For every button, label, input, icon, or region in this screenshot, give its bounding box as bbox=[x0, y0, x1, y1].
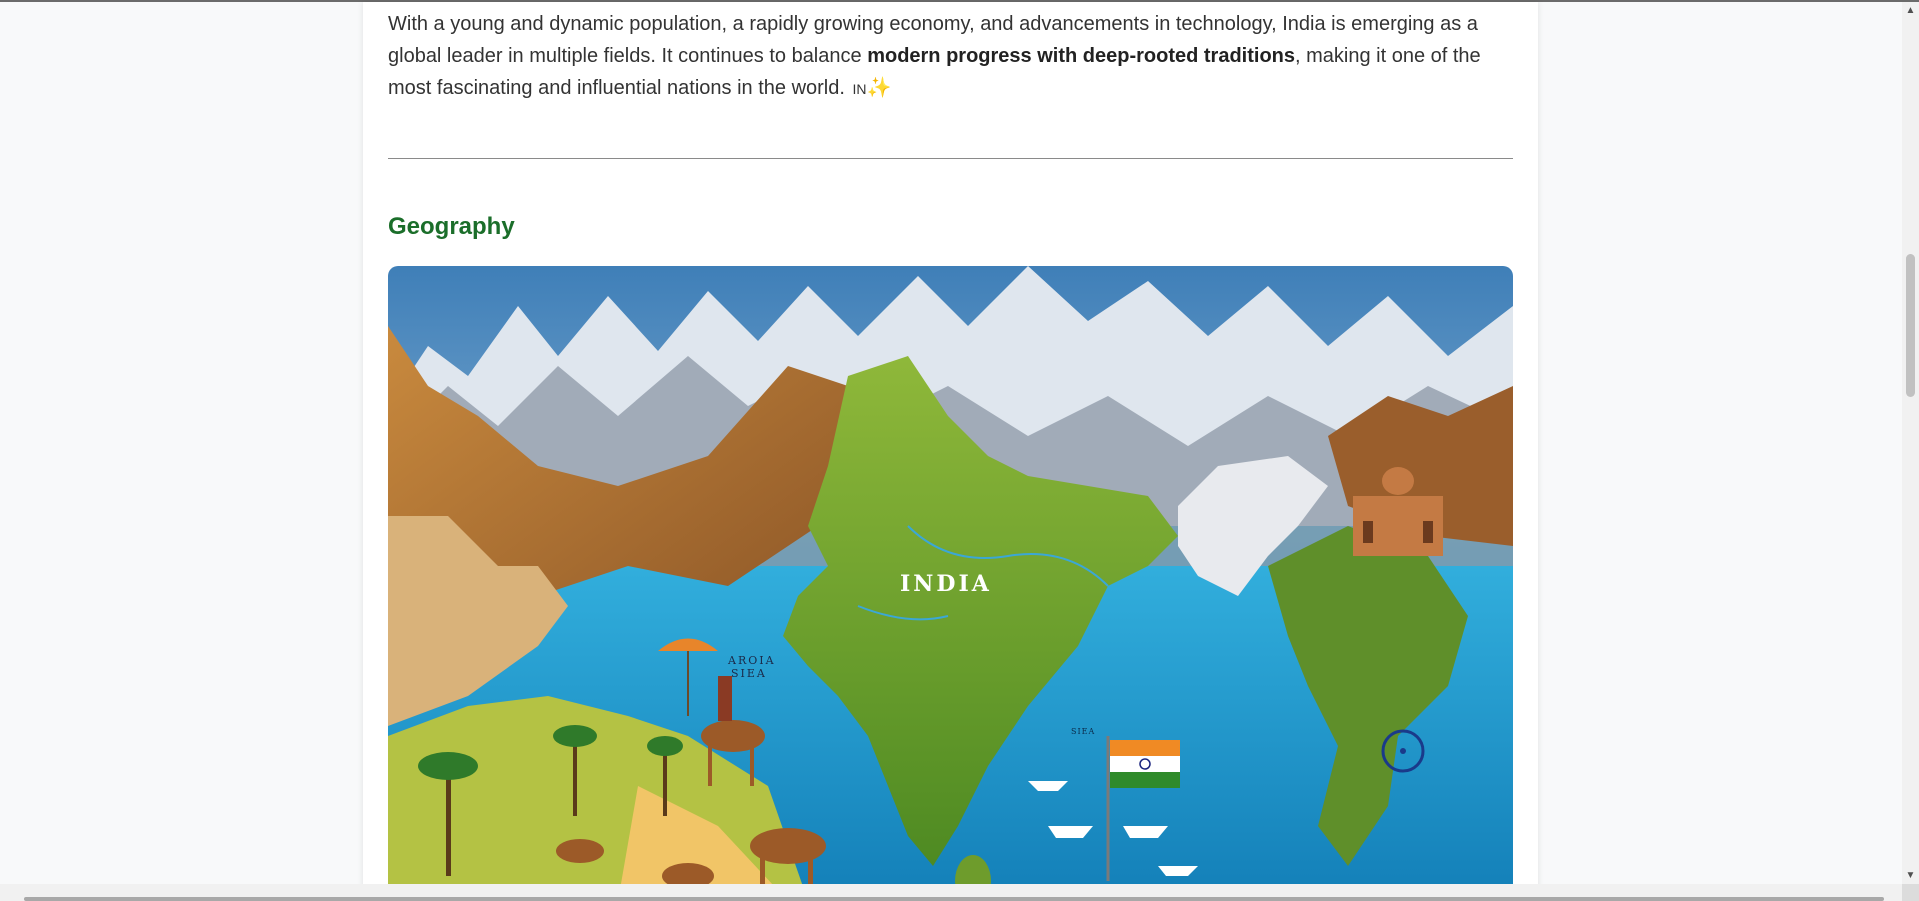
india-map-illustration: INDIA AROIA SIEA SIEA bbox=[388, 266, 1513, 901]
intro-bold-text: modern progress with deep-rooted traditi… bbox=[867, 45, 1295, 67]
sparkles-icon: ✨ bbox=[866, 77, 892, 99]
horizontal-scrollbar[interactable] bbox=[0, 884, 1902, 901]
map-label-sea-line1: AROIA bbox=[727, 654, 776, 667]
map-label-india: INDIA bbox=[900, 571, 992, 597]
geography-heading: Geography bbox=[388, 213, 515, 240]
scroll-down-arrow-icon[interactable]: ▼ bbox=[1902, 867, 1919, 884]
scrollbar-corner bbox=[1902, 884, 1919, 901]
scroll-up-arrow-icon[interactable]: ▲ bbox=[1902, 2, 1919, 19]
map-label-bay: SIEA bbox=[1071, 727, 1095, 736]
map-label-sea-line2: SIEA bbox=[731, 667, 767, 680]
map-artwork: INDIA AROIA SIEA SIEA bbox=[388, 266, 1513, 901]
intro-paragraph: With a young and dynamic population, a r… bbox=[388, 8, 1518, 105]
article-container: With a young and dynamic population, a r… bbox=[363, 2, 1538, 901]
vertical-scrollbar[interactable]: ▲ ▼ bbox=[1902, 2, 1919, 884]
india-flag-emoji: IN bbox=[852, 81, 867, 97]
horizontal-scroll-thumb[interactable] bbox=[24, 897, 1884, 901]
vertical-scroll-thumb[interactable] bbox=[1906, 254, 1915, 397]
section-divider bbox=[388, 158, 1513, 159]
